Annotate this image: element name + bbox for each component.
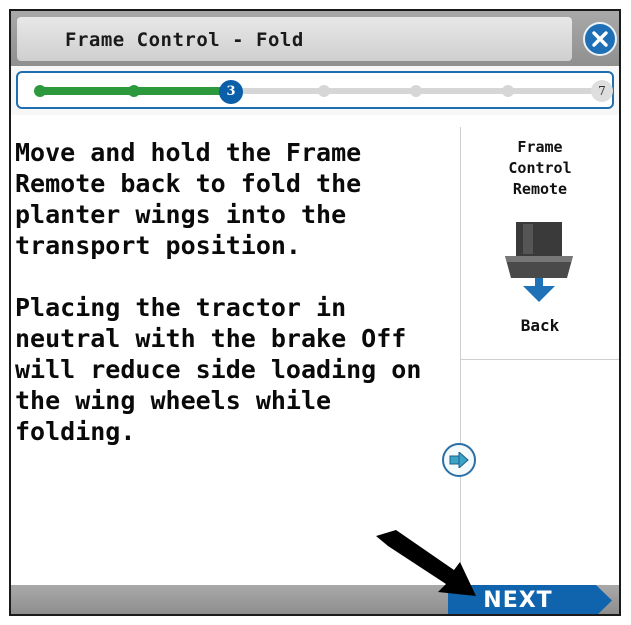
step-progress-bar: 3 7 xyxy=(16,71,614,109)
instruction-paragraph-2: Placing the tractor in neutral with the … xyxy=(15,293,422,446)
title-bar: Frame Control - Fold xyxy=(11,11,619,66)
step-dot-5 xyxy=(410,85,422,97)
expand-button[interactable] xyxy=(442,443,476,477)
title-tab: Frame Control - Fold xyxy=(17,17,572,61)
side-divider xyxy=(461,359,619,360)
step-dot-2 xyxy=(128,85,140,97)
direction-label: Back xyxy=(520,316,560,335)
bottom-bar: NEXT xyxy=(11,585,619,614)
content-area: Move and hold the Frame Remote back to f… xyxy=(11,115,619,585)
close-button[interactable] xyxy=(583,22,617,56)
remote-label-line-1: Frame xyxy=(517,138,563,156)
remote-panel: Frame Control Remote Back xyxy=(461,127,619,359)
remote-label-line-3: Remote xyxy=(512,180,568,198)
remote-label-line-2: Control xyxy=(508,159,572,177)
remote-lever-icon xyxy=(505,222,573,302)
step-dot-6 xyxy=(502,85,514,97)
instructions-text: Move and hold the Frame Remote back to f… xyxy=(15,137,455,447)
remote-label: Frame Control Remote xyxy=(461,137,619,200)
wizard-window: Frame Control - Fold 3 7 Move and hold t… xyxy=(9,9,621,616)
step-current: 3 xyxy=(219,80,243,104)
step-dot-4 xyxy=(318,85,330,97)
pointer-arrow-icon xyxy=(376,530,476,596)
step-dot-1 xyxy=(34,85,46,97)
page-title: Frame Control - Fold xyxy=(65,29,304,51)
close-icon xyxy=(592,31,608,47)
step-total: 7 xyxy=(591,80,613,102)
instruction-paragraph-1: Move and hold the Frame Remote back to f… xyxy=(15,138,362,260)
arrow-right-icon xyxy=(449,452,469,468)
